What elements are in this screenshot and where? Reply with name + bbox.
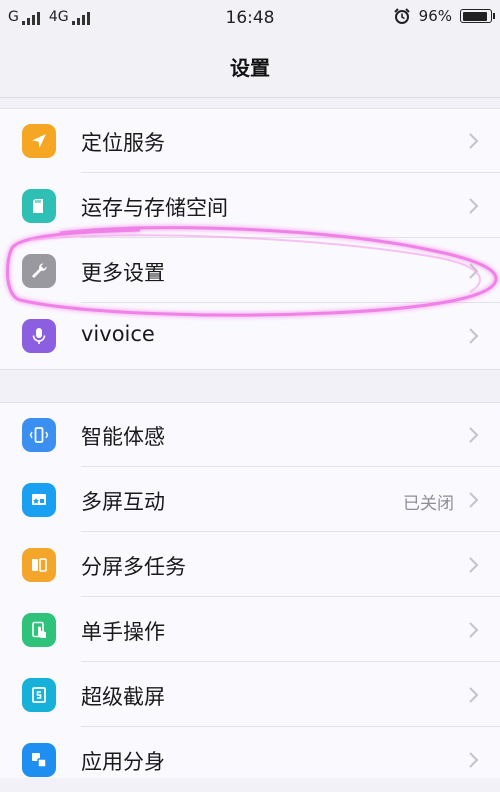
setting-row-one-hand[interactable]: 单手操作	[0, 597, 500, 662]
setting-label: 单手操作	[81, 620, 165, 644]
chevron-right-icon	[469, 687, 479, 703]
settings-group-2: 智能体感 多屏互动 已关闭 分屏多任务 单手操作 超级截屏 应用分身	[0, 402, 500, 778]
setting-row-location[interactable]: 定位服务	[0, 108, 500, 173]
sd-card-icon	[22, 189, 56, 223]
setting-label: 应用分身	[81, 750, 165, 774]
setting-row-multiscreen[interactable]: 多屏互动 已关闭	[0, 467, 500, 532]
battery-fill	[462, 11, 488, 21]
setting-row-storage[interactable]: 运存与存储空间	[0, 173, 500, 238]
chevron-right-icon	[469, 752, 479, 768]
phone-motion-icon	[22, 418, 56, 452]
setting-label: vivoice	[81, 322, 155, 346]
alarm-icon	[393, 8, 410, 24]
setting-label: 智能体感	[81, 425, 165, 449]
setting-row-super-screenshot[interactable]: 超级截屏	[0, 662, 500, 727]
setting-label: 多屏互动	[81, 490, 165, 514]
setting-label: 更多设置	[81, 261, 165, 285]
setting-label: 运存与存储空间	[81, 196, 228, 220]
battery-icon	[460, 9, 495, 23]
microphone-icon	[22, 319, 56, 353]
cast-screen-icon	[22, 483, 56, 517]
setting-row-app-clone[interactable]: 应用分身	[0, 727, 500, 792]
settings-group-1: 定位服务 运存与存储空间 更多设置 vivoice	[0, 108, 500, 370]
setting-row-more-settings[interactable]: 更多设置	[0, 238, 500, 303]
chevron-right-icon	[469, 622, 479, 638]
setting-row-split-screen[interactable]: 分屏多任务	[0, 532, 500, 597]
wrench-icon	[22, 254, 56, 288]
setting-label: 分屏多任务	[81, 555, 186, 579]
app-clone-icon	[22, 743, 56, 777]
battery-percent: 96%	[418, 7, 452, 25]
chevron-right-icon	[469, 263, 479, 279]
chevron-right-icon	[469, 198, 479, 214]
chevron-right-icon	[469, 557, 479, 573]
chevron-right-icon	[469, 328, 479, 344]
setting-row-vivoice[interactable]: vivoice	[0, 303, 500, 368]
location-arrow-icon	[22, 124, 56, 158]
chevron-right-icon	[469, 133, 479, 149]
screenshot-icon	[22, 678, 56, 712]
setting-value: 已关闭	[403, 494, 454, 514]
page-title: 设置	[230, 56, 270, 80]
setting-label: 超级截屏	[81, 685, 165, 709]
split-screen-icon	[22, 548, 56, 582]
status-bar: G 4G 16:48 96%	[0, 0, 500, 36]
setting-label: 定位服务	[81, 131, 165, 155]
status-right: 96%	[393, 7, 495, 25]
chevron-right-icon	[469, 427, 479, 443]
one-hand-icon	[22, 613, 56, 647]
chevron-right-icon	[469, 492, 479, 508]
navigation-bar: 设置	[0, 36, 500, 98]
setting-row-smart-motion[interactable]: 智能体感	[0, 402, 500, 467]
